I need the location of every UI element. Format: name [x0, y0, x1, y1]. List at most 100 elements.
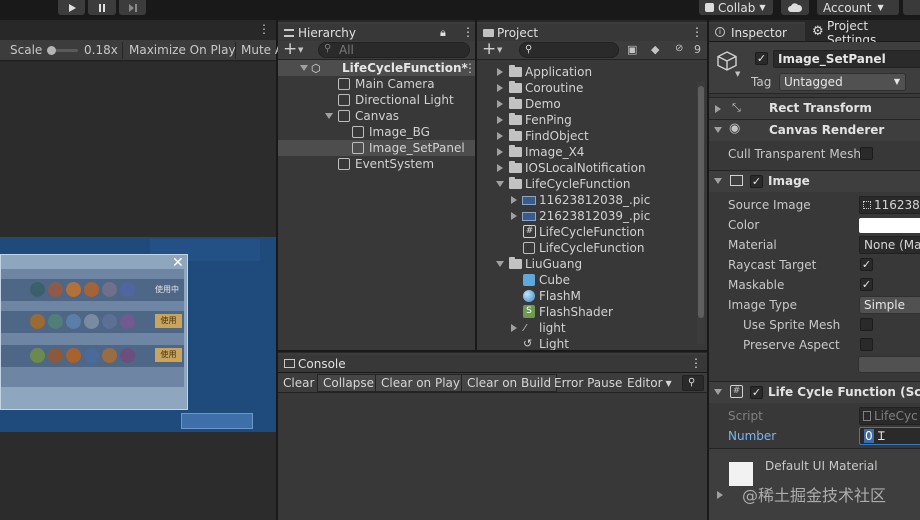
- preserve-aspect-checkbox[interactable]: [860, 338, 873, 351]
- scene-row[interactable]: ⬡ LifeCycleFunction* ⋮: [278, 60, 476, 76]
- rect-transform-header[interactable]: ⤡ Rect Transform: [709, 97, 920, 119]
- chevron-right-icon[interactable]: [497, 84, 503, 92]
- chevron-right-icon[interactable]: [497, 164, 503, 172]
- scale-slider[interactable]: [47, 46, 78, 55]
- project-folder[interactable]: Coroutine: [477, 80, 699, 96]
- source-image-field[interactable]: 11623812: [859, 196, 920, 214]
- maximize-on-play-toggle[interactable]: Maximize On Play: [129, 41, 236, 59]
- hierarchy-item[interactable]: Image_BG: [278, 124, 475, 140]
- chevron-right-icon[interactable]: [497, 148, 503, 156]
- hierarchy-item[interactable]: EventSystem: [278, 156, 475, 172]
- console-clear-on-build-button[interactable]: Clear on Build: [461, 374, 558, 392]
- cull-transparent-checkbox[interactable]: [860, 147, 873, 160]
- add-icon[interactable]: +: [482, 39, 496, 59]
- canvas-renderer-header[interactable]: ◉ Canvas Renderer: [709, 119, 920, 141]
- kebab-menu-icon[interactable]: ⋮: [691, 25, 703, 39]
- chevron-down-icon[interactable]: ▼: [735, 70, 740, 78]
- game-viewport[interactable]: ✕ 使用中 使用 使用: [0, 62, 276, 520]
- add-icon[interactable]: +: [283, 39, 297, 59]
- chevron-down-icon[interactable]: [300, 65, 308, 71]
- chevron-right-icon[interactable]: [715, 105, 721, 113]
- chevron-right-icon[interactable]: [511, 196, 517, 204]
- mute-audio-toggle[interactable]: Mute A: [241, 41, 283, 59]
- chevron-down-icon[interactable]: [496, 261, 504, 267]
- object-active-checkbox[interactable]: ✓: [755, 52, 768, 65]
- chevron-right-icon[interactable]: [497, 132, 503, 140]
- filter-type-icon[interactable]: ▣: [627, 43, 637, 56]
- lifecycle-enabled-checkbox[interactable]: ✓: [750, 386, 763, 399]
- kebab-menu-icon[interactable]: ⋮: [258, 22, 270, 36]
- project-folder[interactable]: LifeCycleFunction: [477, 176, 699, 192]
- hierarchy-item-selected[interactable]: Image_SetPanel: [278, 140, 475, 156]
- hierarchy-search-input[interactable]: ⚲ All: [318, 42, 470, 58]
- hierarchy-item[interactable]: Canvas: [278, 108, 475, 124]
- project-folder[interactable]: Application: [477, 64, 699, 80]
- project-asset[interactable]: ↺ Light: [477, 336, 699, 350]
- project-folder[interactable]: Demo: [477, 96, 699, 112]
- console-clear-button[interactable]: Clear: [278, 374, 319, 392]
- console-editor-dropdown[interactable]: Editor ▼: [622, 374, 677, 392]
- project-asset[interactable]: 21623812039_.pic: [477, 208, 699, 224]
- cloud-button[interactable]: [781, 0, 809, 15]
- chevron-right-icon[interactable]: [497, 116, 503, 124]
- set-native-size-button[interactable]: [858, 356, 920, 373]
- project-folder[interactable]: FenPing: [477, 112, 699, 128]
- console-error-pause-button[interactable]: Error Pause: [549, 374, 627, 392]
- lock-icon[interactable]: 🔒︎: [440, 26, 446, 40]
- filter-label-icon[interactable]: ◆: [651, 43, 659, 56]
- chevron-down-icon[interactable]: [714, 127, 722, 133]
- play-button[interactable]: [58, 0, 85, 15]
- project-asset[interactable]: S FlashShader: [477, 304, 699, 320]
- project-asset[interactable]: LifeCycleFunction: [477, 240, 699, 256]
- image-enabled-checkbox[interactable]: ✓: [750, 175, 763, 188]
- console-clear-on-play-button[interactable]: Clear on Play: [375, 374, 466, 392]
- chevron-right-icon[interactable]: [717, 491, 723, 499]
- object-name-field[interactable]: Image_SetPanel: [773, 50, 920, 68]
- project-asset[interactable]: Cube: [477, 272, 699, 288]
- chevron-down-icon[interactable]: [714, 178, 722, 184]
- use-sprite-mesh-checkbox[interactable]: [860, 318, 873, 331]
- tab-hierarchy[interactable]: Hierarchy 🔒︎ ⋮: [278, 22, 475, 41]
- project-folder[interactable]: Image_X4: [477, 144, 699, 160]
- collab-button[interactable]: Collab ▼: [699, 0, 773, 15]
- step-button[interactable]: [119, 0, 146, 15]
- image-type-dropdown[interactable]: Simple: [859, 296, 920, 314]
- project-asset[interactable]: ⁄ light: [477, 320, 699, 336]
- tag-dropdown[interactable]: Untagged ▼: [779, 73, 906, 91]
- scale-slider-thumb[interactable]: [47, 46, 56, 55]
- account-button[interactable]: Account ▼: [817, 0, 899, 15]
- project-asset[interactable]: # LifeCycleFunction: [477, 224, 699, 240]
- kebab-menu-icon[interactable]: ⋮: [690, 356, 702, 370]
- chevron-right-icon[interactable]: [511, 212, 517, 220]
- image-component-header[interactable]: ✓ Image: [709, 170, 920, 192]
- layers-button[interactable]: [903, 0, 920, 15]
- lifecycle-script-header[interactable]: # ✓ Life Cycle Function (Script: [709, 381, 920, 403]
- tab-project-settings[interactable]: ⚙ Project Settings: [807, 19, 920, 47]
- scrollbar-thumb[interactable]: [698, 86, 704, 318]
- tab-console[interactable]: Console ⋮: [278, 353, 707, 372]
- chevron-right-icon[interactable]: [497, 100, 503, 108]
- chevron-right-icon[interactable]: [497, 68, 503, 76]
- project-folder[interactable]: IOSLocalNotification: [477, 160, 699, 176]
- chevron-down-icon[interactable]: [714, 389, 722, 395]
- color-swatch[interactable]: [859, 218, 920, 233]
- chevron-right-icon[interactable]: [511, 324, 517, 332]
- project-folder[interactable]: LiuGuang: [477, 256, 699, 272]
- project-asset[interactable]: FlashM: [477, 288, 699, 304]
- chevron-down-icon[interactable]: [496, 181, 504, 187]
- project-folder[interactable]: FindObject: [477, 128, 699, 144]
- hidden-packages-icon[interactable]: ⊘: [675, 43, 683, 54]
- raycast-target-checkbox[interactable]: ✓: [860, 258, 873, 271]
- maskable-checkbox[interactable]: ✓: [860, 278, 873, 291]
- tab-project[interactable]: Project ⋮: [477, 22, 707, 41]
- tab-inspector[interactable]: i Inspector: [709, 22, 805, 41]
- number-input[interactable]: 0 Ɪ: [859, 427, 920, 445]
- chevron-down-icon[interactable]: [325, 113, 333, 119]
- material-field[interactable]: None (Mat: [859, 236, 920, 254]
- kebab-menu-icon[interactable]: ⋮: [462, 25, 474, 39]
- kebab-menu-icon[interactable]: ⋮: [464, 60, 476, 76]
- console-search-input[interactable]: ⚲: [682, 375, 704, 391]
- console-collapse-button[interactable]: Collapse: [317, 374, 380, 392]
- project-scrollbar[interactable]: [697, 82, 705, 344]
- project-asset[interactable]: 11623812038_.pic: [477, 192, 699, 208]
